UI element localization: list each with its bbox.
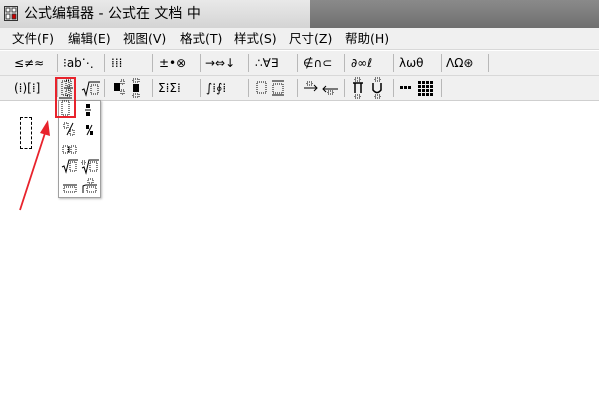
annotation-arrow bbox=[19, 120, 50, 211]
